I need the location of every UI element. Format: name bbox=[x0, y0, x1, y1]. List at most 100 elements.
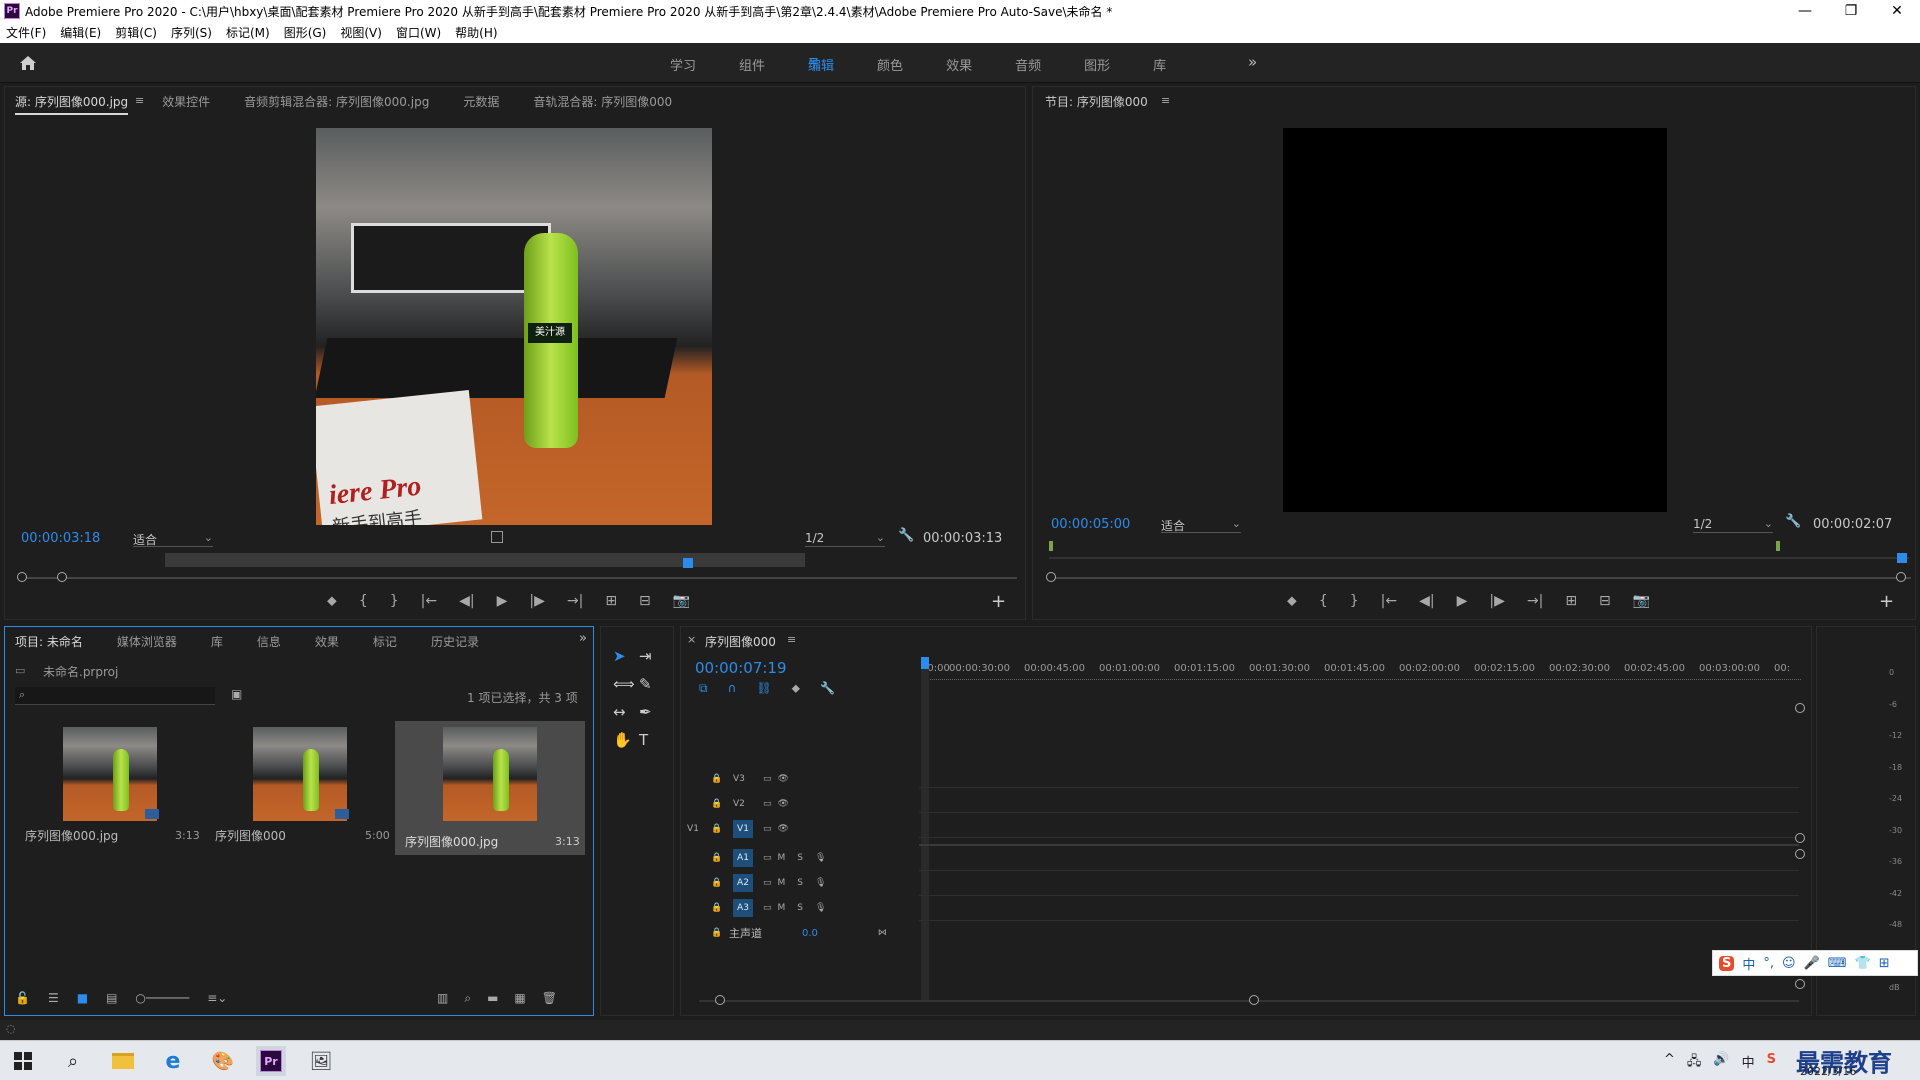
lock-icon[interactable]: 🔒 bbox=[711, 878, 723, 888]
program-zoom-start-handle[interactable] bbox=[1046, 572, 1056, 582]
marker-icon[interactable]: ⬥ bbox=[1287, 593, 1297, 609]
hamburger-menu-icon[interactable]: ≡ bbox=[808, 54, 819, 69]
tab-audio-track-mixer[interactable]: 音轨混合器: 序列图像000 bbox=[533, 93, 672, 115]
lock-icon[interactable]: 🔒 bbox=[711, 774, 723, 784]
minimize-button[interactable]: — bbox=[1782, 3, 1828, 19]
toggle-sync-lock-icon[interactable]: ▭ bbox=[763, 878, 772, 888]
hand-tool-icon[interactable]: ✋ bbox=[613, 731, 639, 749]
tab-audio-clip-mixer[interactable]: 音频剪辑混合器: 序列图像000.jpg bbox=[244, 93, 429, 115]
project-item[interactable]: 序列图像000 5:00 bbox=[205, 721, 391, 849]
lock-icon[interactable]: 🔒 bbox=[711, 903, 723, 913]
wrench-icon[interactable]: 🔧 bbox=[898, 528, 914, 543]
ime-chinese-mode-icon[interactable]: 中 bbox=[1742, 954, 1755, 973]
close-button[interactable]: ✕ bbox=[1874, 3, 1920, 19]
audio-scroll-handle[interactable] bbox=[1795, 979, 1805, 989]
zoom-slider-icon[interactable]: ○────── bbox=[135, 991, 189, 1005]
lock-icon[interactable]: 🔒 bbox=[711, 928, 723, 938]
menu-clip[interactable]: 剪辑(C) bbox=[115, 24, 157, 41]
file-explorer-icon[interactable] bbox=[108, 1046, 138, 1076]
lock-icon[interactable]: 🔓 bbox=[15, 991, 30, 1005]
audio-scroll-handle[interactable] bbox=[1795, 849, 1805, 859]
source-patch-v1[interactable]: V1 bbox=[681, 824, 705, 834]
timeline-playhead[interactable] bbox=[921, 657, 929, 669]
export-frame-icon[interactable]: 📷 bbox=[1633, 593, 1650, 609]
timeline-playhead-line[interactable] bbox=[921, 657, 929, 1002]
paint-icon[interactable]: 🎨 bbox=[208, 1046, 238, 1076]
ime-toolbox-icon[interactable]: ⊞ bbox=[1879, 956, 1890, 971]
selection-tool-icon[interactable]: ➤ bbox=[613, 647, 639, 665]
go-to-in-icon[interactable]: |← bbox=[1381, 593, 1397, 609]
source-zoom-end-handle[interactable] bbox=[57, 572, 67, 582]
solo-button[interactable]: S bbox=[797, 878, 803, 888]
workspace-tab-audio[interactable]: 音频 bbox=[1015, 55, 1041, 74]
eye-icon[interactable]: 👁 bbox=[778, 774, 789, 784]
export-frame-icon[interactable]: 📷 bbox=[673, 593, 690, 609]
razor-tool-icon[interactable]: ✎ bbox=[639, 675, 665, 693]
sequence-tab[interactable]: 序列图像000 bbox=[705, 633, 776, 650]
menu-file[interactable]: 文件(F) bbox=[6, 24, 46, 41]
ime-skin-icon[interactable]: 👕 bbox=[1855, 956, 1871, 971]
project-item-selected[interactable]: 序列图像000.jpg 3:13 bbox=[395, 721, 585, 855]
program-fit-select[interactable]: 适合 bbox=[1161, 517, 1241, 533]
volume-icon[interactable]: 🔊 bbox=[1713, 1052, 1729, 1074]
toggle-sync-lock-icon[interactable]: ▭ bbox=[763, 903, 772, 913]
more-panels-icon[interactable]: » bbox=[579, 631, 587, 646]
mute-button[interactable]: M bbox=[778, 903, 786, 913]
maximize-button[interactable]: ❐ bbox=[1828, 3, 1874, 19]
close-sequence-icon[interactable]: × bbox=[687, 633, 696, 646]
marker-icon[interactable]: ⬥ bbox=[327, 593, 337, 609]
toggle-sync-lock-icon[interactable]: ▭ bbox=[763, 774, 772, 784]
step-back-icon[interactable]: ◀| bbox=[459, 593, 474, 609]
tab-program[interactable]: 节目: 序列图像000 bbox=[1045, 93, 1148, 110]
workspace-tab-effects[interactable]: 效果 bbox=[946, 55, 972, 74]
ime-keyboard-icon[interactable]: ⌨ bbox=[1828, 956, 1847, 971]
tab-info[interactable]: 信息 bbox=[257, 633, 281, 653]
panel-menu-icon[interactable]: ≡ bbox=[135, 94, 144, 107]
solo-button[interactable]: S bbox=[797, 853, 803, 863]
icon-view-icon[interactable]: ■ bbox=[77, 991, 88, 1005]
toggle-sync-lock-icon[interactable]: ▭ bbox=[763, 799, 772, 809]
insert-icon[interactable]: ⊞ bbox=[605, 593, 617, 609]
lock-icon[interactable]: 🔒 bbox=[711, 824, 723, 834]
safe-margins-icon[interactable] bbox=[491, 531, 503, 543]
source-zoom-bar[interactable] bbox=[21, 577, 1017, 579]
tab-effect-controls[interactable]: 效果控件 bbox=[162, 93, 210, 115]
step-back-icon[interactable]: ◀| bbox=[1419, 593, 1434, 609]
windows-icon[interactable] bbox=[8, 1046, 38, 1076]
tab-media-browser[interactable]: 媒体浏览器 bbox=[117, 633, 177, 653]
timeline-timecode[interactable]: 00:00:07:19 bbox=[695, 659, 787, 677]
sogou-tray-icon[interactable]: S bbox=[1767, 1052, 1776, 1074]
track-target-a2[interactable]: A2 bbox=[733, 874, 753, 892]
step-forward-icon[interactable]: |▶ bbox=[529, 593, 544, 609]
edge-icon[interactable]: e bbox=[158, 1046, 188, 1076]
source-scrub-bar[interactable] bbox=[165, 553, 805, 567]
source-fit-select[interactable]: 适合 bbox=[133, 531, 213, 547]
go-to-out-icon[interactable]: →| bbox=[1527, 593, 1543, 609]
ripple-edit-tool-icon[interactable]: ⟺ bbox=[613, 675, 639, 693]
ime-punctuation-icon[interactable]: °, bbox=[1763, 956, 1774, 971]
toggle-sync-lock-icon[interactable]: ▭ bbox=[763, 824, 772, 834]
mark-out-icon[interactable]: } bbox=[390, 593, 399, 609]
microphone-icon[interactable]: 🎙 bbox=[815, 853, 826, 863]
source-timecode[interactable]: 00:00:03:18 bbox=[21, 531, 100, 546]
mark-in-icon[interactable]: { bbox=[359, 593, 368, 609]
clear-icon[interactable]: 🗑 bbox=[542, 991, 557, 1006]
step-forward-icon[interactable]: |▶ bbox=[1489, 593, 1504, 609]
timeline-settings-icon[interactable]: 🔧 bbox=[820, 681, 835, 696]
ime-voice-icon[interactable]: 🎤 bbox=[1804, 956, 1820, 971]
overwrite-icon[interactable]: ⊟ bbox=[639, 593, 651, 609]
program-playhead[interactable] bbox=[1897, 553, 1907, 563]
track-select-tool-icon[interactable]: ⇥ bbox=[639, 647, 665, 665]
panel-menu-icon[interactable]: ≡ bbox=[1161, 94, 1170, 107]
extract-icon[interactable]: ⊟ bbox=[1599, 593, 1611, 609]
go-to-in-icon[interactable]: |← bbox=[421, 593, 437, 609]
ime-emoji-icon[interactable]: ☺ bbox=[1782, 956, 1796, 971]
menu-sequence[interactable]: 序列(S) bbox=[171, 24, 212, 41]
tab-source[interactable]: 源: 序列图像000.jpg bbox=[15, 93, 129, 115]
tab-markers[interactable]: 标记 bbox=[373, 633, 397, 653]
input-method-icon[interactable]: 中 bbox=[1742, 1052, 1755, 1074]
track-target-a1[interactable]: A1 bbox=[733, 849, 753, 867]
track-target-v1[interactable]: V1 bbox=[733, 820, 753, 838]
mark-in-icon[interactable]: { bbox=[1319, 593, 1328, 609]
more-workspaces-icon[interactable]: » bbox=[1248, 53, 1257, 71]
